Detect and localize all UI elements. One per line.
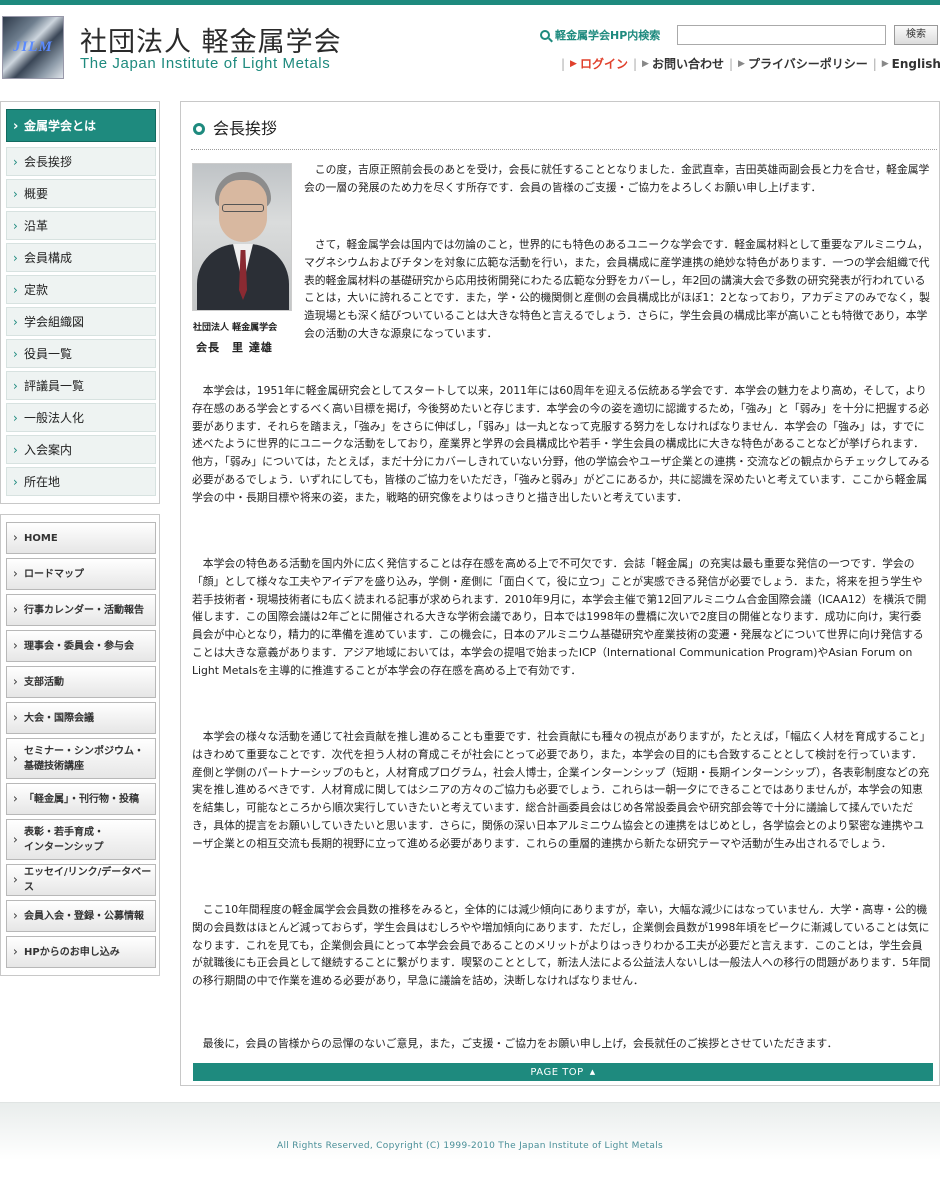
nav-label: 理事会・委員会・参与会 [24,640,134,652]
nav-branches-button[interactable]: 支部活動 [6,666,156,698]
divider [191,149,937,150]
nav-label: HOME [24,532,58,544]
greeting-paragraph: さて，軽金属学会は国内では勿論のこと，世界的にも特色のあるユニークな学会です．軽… [304,238,930,340]
nav-conferences-button[interactable]: 大会・国際会議 [6,702,156,734]
nav-essay-links-button[interactable]: エッセイ/リンク/データベース [6,864,156,896]
sidebar-item-articles[interactable]: 定款 [6,275,156,304]
english-link[interactable]: English [892,57,940,71]
photo-caption-org: 社団法人 軽金属学会 [193,323,278,333]
nav-label: 行事カレンダー・活動報告 [24,604,144,616]
chevron-right-icon: ▶ [570,58,577,69]
nav-membership-info-button[interactable]: 会員入会・登録・公募情報 [6,900,156,932]
sidebar-item-join[interactable]: 入会案内 [6,435,156,464]
search-input[interactable] [677,25,886,45]
page-title-text: 会長挨拶 [213,119,278,138]
nav-label-line2: 基礎技術講座 [24,760,84,772]
nav-label: 「軽金属」・刊行物・投稿 [24,793,139,805]
utility-nav: | ▶ ログイン | ▶ お問い合わせ | ▶ プライバシーポリシー | ▶ E… [556,55,940,72]
nav-label: 表彰・若手育成・ [24,826,104,838]
footer [0,1102,940,1160]
nav-home-button[interactable]: HOME [6,522,156,554]
page-top-label: PAGE TOP [530,1067,584,1078]
sidebar-item-history[interactable]: 沿革 [6,211,156,240]
nav-label: ロードマップ [24,568,84,580]
nav-label: セミナー・シンポジウム・ [24,745,144,757]
nav-label: 支部活動 [24,676,64,688]
nav-calendar-button[interactable]: 行事カレンダー・活動報告 [6,594,156,626]
search-icon [540,30,550,40]
sidebar-item-location[interactable]: 所在地 [6,467,156,496]
site-logo[interactable]: JILM [2,16,64,79]
sidebar-item-greeting[interactable]: 会長挨拶 [6,147,156,176]
sidebar-item-incorporation[interactable]: 一般法人化 [6,403,156,432]
nav-publications-button[interactable]: 「軽金属」・刊行物・投稿 [6,783,156,815]
chevron-right-icon: ▶ [738,58,745,69]
top-accent-bar [0,0,940,5]
main-content: 会長挨拶 社団法人 軽金属学会 会長 里 達雄 この度，吉原正照前会長のあとを受… [180,101,940,1086]
search-label-text: 軽金属学会HP内検索 [555,29,661,42]
divider: | [632,56,638,71]
sidebar-section-title[interactable]: 金属学会とは [6,109,156,143]
sidebar-section-menu: 金属学会とは 会長挨拶 概要 沿革 会員構成 定款 学会組織図 役員一覧 評議員… [0,101,160,504]
chevron-right-icon: ▶ [881,58,889,69]
contact-link[interactable]: お問い合わせ [652,55,724,72]
nav-applications-button[interactable]: HPからのお申し込み [6,936,156,968]
nav-committees-button[interactable]: 理事会・委員会・参与会 [6,630,156,662]
greeting-paragraph: 最後に，会員の皆様からの忌憚のないご意見，また，ご支援・ご協力をお願い申し上げ，… [202,1037,838,1050]
greeting-paragraph: 本学会の特色ある活動を国内外に広く発信することは存在感を高める上で不可欠です．会… [192,557,927,677]
photo-caption-name: 会長 里 達雄 [196,341,273,354]
copyright-text: All Rights Reserved, Copyright (C) 1999-… [277,1141,663,1151]
sidebar-item-membership[interactable]: 会員構成 [6,243,156,272]
chevron-right-icon: ▶ [642,58,649,69]
nav-label: 会員入会・登録・公募情報 [24,910,144,922]
greeting-paragraph: 本学会は，1951年に軽金属研究会としてスタートして以来，2011年には60周年… [192,384,931,504]
nav-label: 大会・国際会議 [24,712,94,724]
privacy-policy-link[interactable]: プライバシーポリシー [748,55,868,72]
search-button[interactable]: 検索 [894,25,938,45]
nav-label: HPからのお申し込み [24,946,120,958]
greeting-paragraph: ここ10年間程度の軽金属学会会員数の推移をみると，全体的には減少傾向にありますが… [192,903,931,988]
page-title: 会長挨拶 [193,115,277,139]
president-photo [192,163,292,311]
sidebar-item-councilors[interactable]: 評議員一覧 [6,371,156,400]
search-label: 軽金属学会HP内検索 [540,27,660,43]
nav-label-line2: インターンシップ [24,841,104,853]
login-link[interactable]: ログイン [580,55,628,72]
sidebar-item-officers[interactable]: 役員一覧 [6,339,156,368]
nav-roadmap-button[interactable]: ロードマップ [6,558,156,590]
logo-text: JILM [13,39,53,55]
page-top-button[interactable]: PAGE TOP ▲ [193,1063,933,1081]
arrow-up-icon: ▲ [589,1068,596,1076]
nav-seminars-button[interactable]: セミナー・シンポジウム・基礎技術講座 [6,738,156,779]
site-title-ja[interactable]: 社団法人 軽金属学会 [80,20,342,59]
greeting-paragraph: 本学会の様々な活動を通じて社会貢献を推し進めることも重要です．社会貢献にも種々の… [192,730,931,850]
bullet-circle-icon [193,123,205,135]
divider: | [872,56,877,71]
sidebar-item-org-chart[interactable]: 学会組織図 [6,307,156,336]
sidebar-global-nav: HOME ロードマップ 行事カレンダー・活動報告 理事会・委員会・参与会 支部活… [0,514,160,976]
site-title-en: The Japan Institute of Light Metals [80,55,331,72]
nav-awards-button[interactable]: 表彰・若手育成・インターンシップ [6,819,156,860]
greeting-paragraph: この度，吉原正照前会長のあとを受け，会長に就任することとなりました．金武直幸，吉… [304,163,930,194]
divider: | [728,56,734,71]
nav-label: エッセイ/リンク/データベース [24,867,152,893]
sidebar-item-overview[interactable]: 概要 [6,179,156,208]
divider: | [561,56,566,71]
